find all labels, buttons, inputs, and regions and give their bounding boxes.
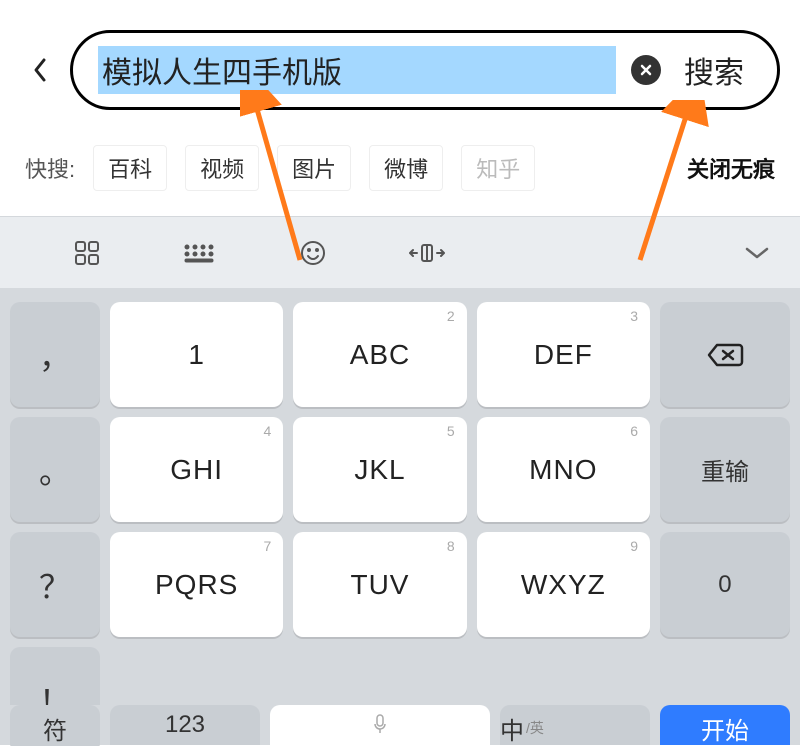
key-4-ghi[interactable]: 4GHI (110, 417, 283, 522)
mic-icon (372, 713, 388, 735)
cursor-move-icon[interactable] (370, 241, 483, 265)
key-8-tuv[interactable]: 8TUV (293, 532, 466, 637)
key-retype[interactable]: 重输 (660, 417, 790, 522)
back-button[interactable] (20, 50, 60, 90)
close-icon (639, 63, 653, 77)
key-backspace[interactable] (660, 302, 790, 407)
key-language[interactable]: 中/英 (500, 705, 650, 745)
quick-item-image[interactable]: 图片 (277, 145, 351, 191)
collapse-keyboard-icon[interactable] (710, 246, 770, 260)
key-start[interactable]: 开始 (660, 705, 790, 745)
quick-item-weibo[interactable]: 微博 (369, 145, 443, 191)
key-symbol[interactable]: 符 (10, 705, 100, 745)
search-bar: 模拟人生四手机版 搜索 (70, 30, 780, 110)
key-zero[interactable]: 0 (660, 532, 790, 637)
key-9-wxyz[interactable]: 9WXYZ (477, 532, 650, 637)
key-question[interactable]: ？ (10, 532, 100, 637)
apps-icon[interactable] (30, 239, 143, 267)
quick-item-zhihu[interactable]: 知乎 (461, 145, 535, 191)
clear-input-button[interactable] (631, 55, 661, 85)
keyboard-toolbar (0, 216, 800, 288)
quick-item-video[interactable]: 视频 (185, 145, 259, 191)
backspace-icon (705, 341, 745, 369)
keyboard: ， 1 2ABC 3DEF 。 4GHI 5JKL 6MNO 重输 ？ 7PQR… (0, 288, 800, 733)
key-123[interactable]: 123 (110, 705, 260, 745)
quick-item-encyclopedia[interactable]: 百科 (93, 145, 167, 191)
key-period[interactable]: 。 (10, 417, 100, 522)
key-7-pqrs[interactable]: 7PQRS (110, 532, 283, 637)
quick-search-row: 快搜: 百科 视频 图片 微博 知乎 关闭无痕 (0, 130, 800, 216)
key-comma[interactable]: ， (10, 302, 100, 407)
keyboard-layout-icon[interactable] (143, 243, 256, 263)
key-6-mno[interactable]: 6MNO (477, 417, 650, 522)
key-space-voice[interactable] (270, 705, 490, 745)
key-5-jkl[interactable]: 5JKL (293, 417, 466, 522)
search-button[interactable]: 搜索 (676, 48, 752, 92)
key-1[interactable]: 1 (110, 302, 283, 407)
close-incognito-button[interactable]: 关闭无痕 (687, 152, 775, 184)
quick-search-label: 快搜: (25, 152, 75, 184)
emoji-icon[interactable] (257, 239, 370, 267)
key-2-abc[interactable]: 2ABC (293, 302, 466, 407)
key-3-def[interactable]: 3DEF (477, 302, 650, 407)
search-input[interactable]: 模拟人生四手机版 (98, 46, 616, 94)
